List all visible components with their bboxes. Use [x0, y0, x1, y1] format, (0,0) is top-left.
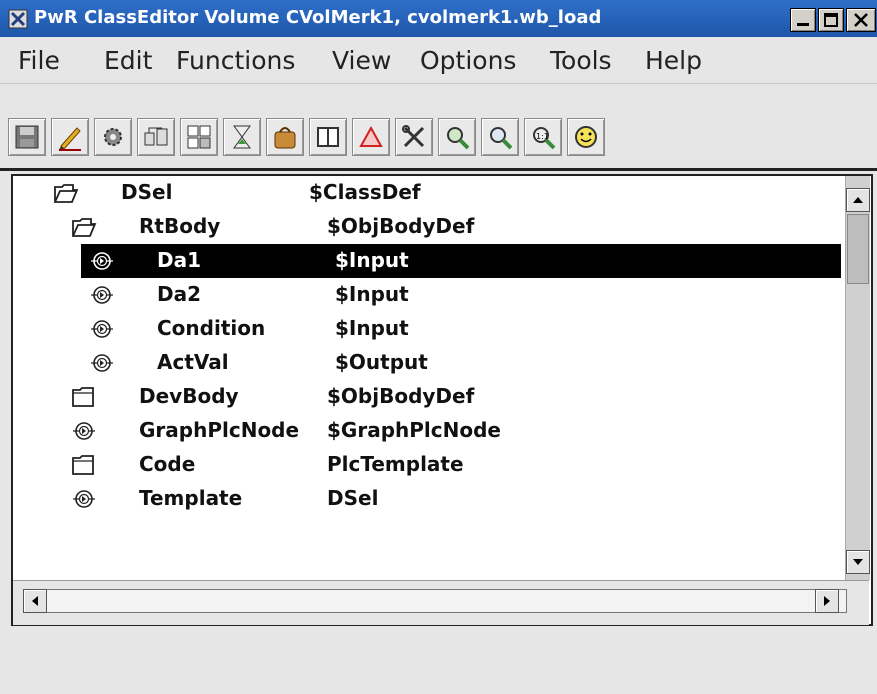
- smiley-button[interactable]: [567, 118, 605, 156]
- hourglass-button[interactable]: [223, 118, 261, 156]
- scroll-left-button[interactable]: [23, 589, 47, 613]
- tree-row[interactable]: Code PlcTemplate: [13, 448, 843, 482]
- app-icon: [8, 9, 28, 29]
- arrow-up-icon: [853, 197, 863, 203]
- horizontal-scroll-track[interactable]: [23, 589, 847, 613]
- object-tree-panel: DSel $ClassDef RtBody $ObjBodyDef Da1 $Input D…: [11, 174, 873, 626]
- tree-row-class: $ObjBodyDef: [327, 384, 475, 408]
- attribute-icon[interactable]: [89, 317, 115, 341]
- tree-row-name: Template: [139, 486, 243, 510]
- tree-row-name: DSel: [121, 180, 173, 204]
- tree-row-class: DSel: [327, 486, 379, 510]
- attribute-icon[interactable]: [89, 351, 115, 375]
- menu-file[interactable]: File: [18, 46, 60, 75]
- tree-row-class: $Output: [335, 350, 428, 374]
- attribute-icon[interactable]: [71, 419, 97, 443]
- arrow-down-icon: [853, 559, 863, 565]
- close-button[interactable]: [846, 8, 876, 32]
- maximize-button[interactable]: [818, 8, 844, 32]
- hierarchy-button[interactable]: [137, 118, 175, 156]
- tree-row-class: $Input: [335, 316, 409, 340]
- vertical-scroll-thumb[interactable]: [847, 214, 869, 284]
- scroll-up-button[interactable]: [846, 188, 870, 212]
- package-button[interactable]: [266, 118, 304, 156]
- attribute-icon[interactable]: [89, 283, 115, 307]
- folder-closed-icon[interactable]: [71, 453, 97, 477]
- hourglass-icon: [233, 125, 251, 149]
- folder-open-icon[interactable]: [53, 181, 79, 205]
- menu-help[interactable]: Help: [645, 46, 702, 75]
- gear-icon: [104, 128, 122, 146]
- save-button[interactable]: [8, 118, 46, 156]
- tree-row[interactable]: ActVal $Output: [13, 346, 843, 380]
- window-title: PwR ClassEditor Volume CVolMerk1, cvolme…: [34, 7, 602, 28]
- object-tree: DSel $ClassDef RtBody $ObjBodyDef Da1 $Input D…: [13, 176, 843, 580]
- zoom-out-icon: [490, 127, 513, 150]
- tree-row-class: PlcTemplate: [327, 452, 464, 476]
- tree-row[interactable]: DSel $ClassDef: [13, 176, 843, 210]
- zoom-in-icon: [447, 127, 470, 150]
- folder-open-icon[interactable]: [71, 215, 97, 239]
- tree-row[interactable]: Condition $Input: [13, 312, 843, 346]
- zoom-reset-icon: 1:1: [533, 127, 556, 150]
- title-bar: PwR ClassEditor Volume CVolMerk1, cvolme…: [0, 0, 877, 37]
- tree-row-name: RtBody: [139, 214, 221, 238]
- tree-row-selected[interactable]: Da1 $Input: [13, 244, 843, 278]
- tree-row-name: ActVal: [157, 350, 229, 374]
- toolbar: 1:1: [0, 86, 877, 171]
- tree-row-name: Code: [139, 452, 196, 476]
- vertical-scrollbar[interactable]: [845, 176, 870, 580]
- tree-row-name: Da1: [157, 248, 202, 272]
- edit-button[interactable]: [51, 118, 89, 156]
- tools-button[interactable]: [395, 118, 433, 156]
- attribute-icon[interactable]: [89, 249, 115, 273]
- tree-row-class: $Input: [335, 282, 409, 306]
- attribute-icon[interactable]: [71, 487, 97, 511]
- tree-row[interactable]: RtBody $ObjBodyDef: [13, 210, 843, 244]
- arrow-left-icon: [32, 596, 38, 606]
- menu-functions[interactable]: Functions: [176, 46, 295, 75]
- tree-row-class: $Input: [335, 248, 409, 272]
- hierarchy-icon: [144, 127, 168, 146]
- tree-row-class: $ClassDef: [309, 180, 421, 204]
- minimize-button[interactable]: [790, 8, 816, 32]
- scroll-right-button[interactable]: [815, 589, 839, 613]
- zoom-out-button[interactable]: [481, 118, 519, 156]
- zoom-reset-button[interactable]: 1:1: [524, 118, 562, 156]
- horizontal-scrollbar[interactable]: [13, 580, 869, 625]
- tree-row[interactable]: Da2 $Input: [13, 278, 843, 312]
- tools-icon: [402, 125, 425, 148]
- package-icon: [274, 127, 296, 149]
- diagram-icon: [187, 125, 211, 149]
- tree-row[interactable]: DevBody $ObjBodyDef: [13, 380, 843, 414]
- zoom-in-button[interactable]: [438, 118, 476, 156]
- menu-view[interactable]: View: [332, 46, 391, 75]
- save-icon: [15, 125, 39, 149]
- warning-button[interactable]: [352, 118, 390, 156]
- tree-row[interactable]: Template DSel: [13, 482, 843, 516]
- tree-row-name: GraphPlcNode: [139, 418, 300, 442]
- menu-options[interactable]: Options: [420, 46, 516, 75]
- diagram-button[interactable]: [180, 118, 218, 156]
- tree-row-name: Da2: [157, 282, 202, 306]
- tree-row-class: $ObjBodyDef: [327, 214, 475, 238]
- edit-pencil-icon: [59, 127, 81, 151]
- tree-row[interactable]: GraphPlcNode $GraphPlcNode: [13, 414, 843, 448]
- folder-closed-icon[interactable]: [71, 385, 97, 409]
- book-button[interactable]: [309, 118, 347, 156]
- warning-triangle-icon: [359, 125, 383, 147]
- tree-row-name: Condition: [157, 316, 266, 340]
- menu-tools[interactable]: Tools: [550, 46, 612, 75]
- smiley-icon: [575, 126, 597, 148]
- tree-row-name: DevBody: [139, 384, 239, 408]
- menu-bar: File Edit Functions View Options Tools H…: [0, 37, 877, 84]
- book-icon: [317, 127, 339, 147]
- configure-button[interactable]: [94, 118, 132, 156]
- menu-edit[interactable]: Edit: [104, 46, 152, 75]
- scroll-down-button[interactable]: [846, 550, 870, 574]
- arrow-right-icon: [824, 596, 830, 606]
- tree-row-class: $GraphPlcNode: [327, 418, 501, 442]
